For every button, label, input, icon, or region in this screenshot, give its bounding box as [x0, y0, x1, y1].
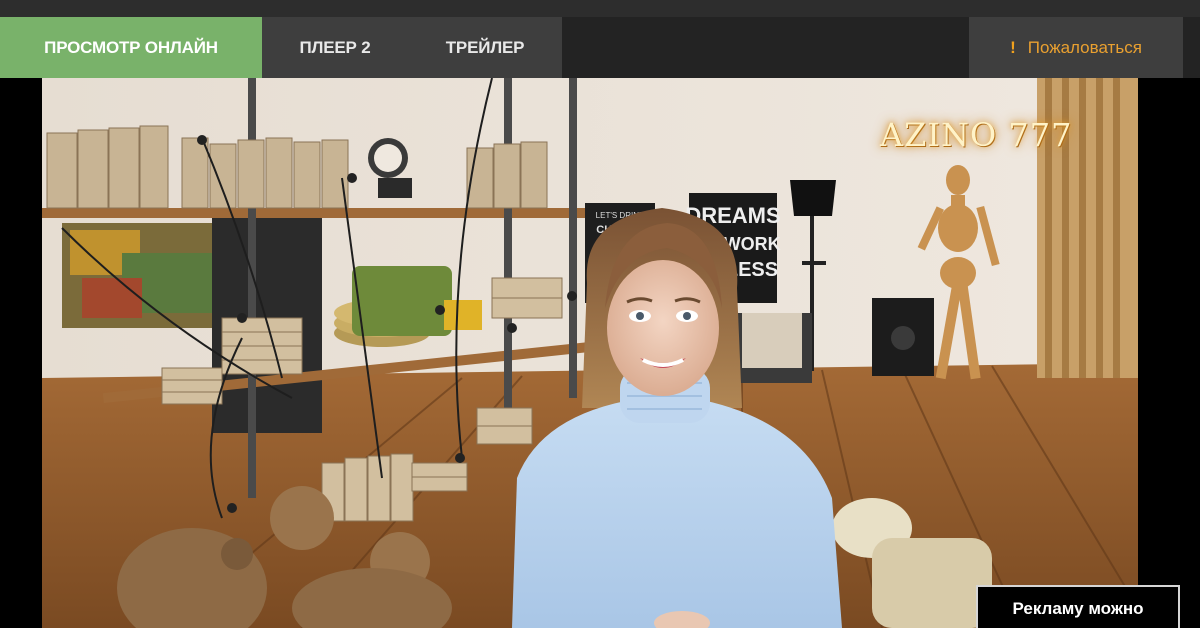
- top-strip: [0, 0, 1200, 17]
- tab-trailer[interactable]: ТРЕЙЛЕР: [408, 17, 562, 78]
- complain-button[interactable]: ! Пожаловаться: [969, 17, 1183, 78]
- warning-icon: !: [1010, 38, 1016, 57]
- video-player[interactable]: LET'S DRINK CHAMPA DREAMS 'T WORK LESS: [42, 78, 1138, 628]
- video-frame: LET'S DRINK CHAMPA DREAMS 'T WORK LESS: [42, 78, 1138, 628]
- player-tab-bar: ПРОСМОТР ОНЛАЙН ПЛЕЕР 2 ТРЕЙЛЕР ! Пожалов…: [0, 17, 1200, 78]
- blanket: [742, 313, 802, 368]
- page: ПРОСМОТР ОНЛАЙН ПЛЕЕР 2 ТРЕЙЛЕР ! Пожалов…: [0, 0, 1200, 628]
- blanket-roll: [872, 538, 992, 628]
- advertise-here-button[interactable]: Рекламу можно: [976, 585, 1180, 628]
- tab-watch-online[interactable]: ПРОСМОТР ОНЛАЙН: [0, 17, 262, 78]
- tab-player-2[interactable]: ПЛЕЕР 2: [262, 17, 408, 78]
- complain-label: Пожаловаться: [1027, 38, 1142, 57]
- abstract-painting: [62, 223, 222, 328]
- azino-watermark: AZINO 777: [880, 116, 1073, 154]
